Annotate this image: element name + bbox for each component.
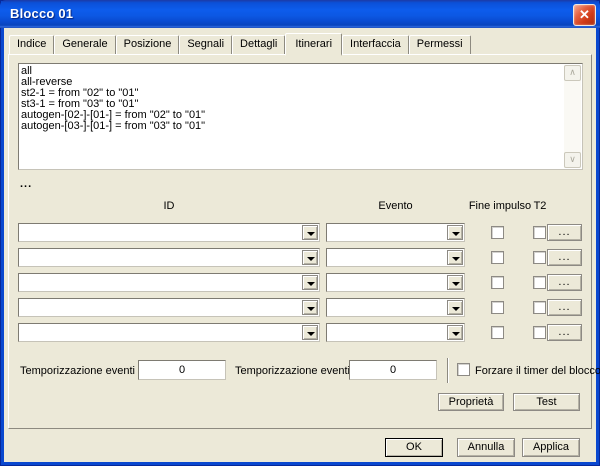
dropdown-arrow-icon [452, 307, 460, 311]
test-button[interactable]: Test [513, 393, 580, 411]
combo-dropdown-button[interactable] [302, 325, 318, 340]
dropdown-arrow-icon [307, 232, 315, 236]
timer2-input[interactable] [349, 360, 437, 380]
t2-checkbox-row1[interactable] [533, 226, 546, 239]
row1-options-button[interactable]: ... [547, 224, 582, 241]
dropdown-arrow-icon [307, 282, 315, 286]
row3-options-button[interactable]: ... [547, 274, 582, 291]
combo-dropdown-button[interactable] [447, 275, 463, 290]
combo-dropdown-button[interactable] [447, 225, 463, 240]
tab-posizione[interactable]: Posizione [116, 35, 180, 54]
t2-checkbox-row2[interactable] [533, 251, 546, 264]
force-timer-checkbox[interactable] [457, 363, 470, 376]
row2-options-button[interactable]: ... [547, 249, 582, 266]
vertical-separator [447, 358, 449, 383]
timer1-label: Temporizzazione eventi 1 [20, 365, 144, 377]
scroll-up-button[interactable]: ∧ [564, 65, 581, 81]
combo-dropdown-button[interactable] [447, 300, 463, 315]
force-timer-label: Forzare il timer del blocco [475, 365, 600, 377]
vertical-scrollbar: ∧ ∨ [564, 65, 581, 168]
list-item[interactable]: all [19, 66, 582, 77]
id-combo-row4[interactable] [18, 298, 320, 317]
fine-impulso-checkbox-row4[interactable] [491, 301, 504, 314]
fine-impulso-checkbox-row5[interactable] [491, 326, 504, 339]
tab-interfaccia[interactable]: Interfaccia [342, 35, 409, 54]
evento-combo-row5[interactable] [326, 323, 465, 342]
dropdown-arrow-icon [452, 332, 460, 336]
column-header-fine-impulso: Fine impulso [462, 200, 538, 212]
tab-dettagli[interactable]: Dettagli [232, 35, 285, 54]
column-header-evento: Evento [326, 200, 465, 212]
itinerary-listbox[interactable]: all all-reverse st2-1 = from "02" to "01… [18, 63, 583, 170]
ok-button[interactable]: OK [385, 438, 443, 457]
cancel-button[interactable]: Annulla [457, 438, 515, 457]
close-icon: ✕ [579, 7, 590, 22]
fine-impulso-checkbox-row2[interactable] [491, 251, 504, 264]
evento-combo-row2[interactable] [326, 248, 465, 267]
apply-button[interactable]: Applica [522, 438, 580, 457]
t2-checkbox-row3[interactable] [533, 276, 546, 289]
timer1-input[interactable] [138, 360, 226, 380]
id-combo-row3[interactable] [18, 273, 320, 292]
dropdown-arrow-icon [452, 232, 460, 236]
id-combo-row5[interactable] [18, 323, 320, 342]
dropdown-arrow-icon [307, 257, 315, 261]
tab-permessi[interactable]: Permessi [409, 35, 471, 54]
tab-itinerari[interactable]: Itinerari [285, 33, 342, 56]
id-combo-row1[interactable] [18, 223, 320, 242]
evento-combo-row4[interactable] [326, 298, 465, 317]
dialog-window: Blocco 01 ✕ Indice Generale Posizione Se… [0, 0, 600, 466]
combo-dropdown-button[interactable] [302, 225, 318, 240]
combo-dropdown-button[interactable] [447, 250, 463, 265]
combo-dropdown-button[interactable] [302, 275, 318, 290]
properties-button[interactable]: Proprietà [438, 393, 504, 411]
window-title: Blocco 01 [10, 6, 73, 21]
timer2-label: Temporizzazione eventi 2 [235, 365, 359, 377]
more-items-hint: ... [20, 178, 32, 190]
row5-options-button[interactable]: ... [547, 324, 582, 341]
dropdown-arrow-icon [452, 257, 460, 261]
scroll-up-icon: ∧ [569, 68, 576, 78]
close-button[interactable]: ✕ [573, 4, 596, 26]
titlebar[interactable]: Blocco 01 ✕ [0, 0, 600, 28]
t2-checkbox-row4[interactable] [533, 301, 546, 314]
tab-generale[interactable]: Generale [54, 35, 115, 54]
column-header-id: ID [18, 200, 320, 212]
dropdown-arrow-icon [452, 282, 460, 286]
scroll-down-icon: ∨ [569, 155, 576, 165]
list-item[interactable]: autogen-[03-]-[01-] = from "03" to "01" [19, 121, 582, 132]
tab-segnali[interactable]: Segnali [179, 35, 232, 54]
dropdown-arrow-icon [307, 332, 315, 336]
evento-combo-row1[interactable] [326, 223, 465, 242]
fine-impulso-checkbox-row3[interactable] [491, 276, 504, 289]
combo-dropdown-button[interactable] [302, 250, 318, 265]
tab-strip: Indice Generale Posizione Segnali Dettag… [9, 33, 471, 54]
t2-checkbox-row5[interactable] [533, 326, 546, 339]
id-combo-row2[interactable] [18, 248, 320, 267]
combo-dropdown-button[interactable] [447, 325, 463, 340]
scroll-down-button[interactable]: ∨ [564, 152, 581, 168]
combo-dropdown-button[interactable] [302, 300, 318, 315]
dropdown-arrow-icon [307, 307, 315, 311]
evento-combo-row3[interactable] [326, 273, 465, 292]
fine-impulso-checkbox-row1[interactable] [491, 226, 504, 239]
tab-indice[interactable]: Indice [9, 35, 54, 54]
column-header-t2: T2 [528, 200, 552, 212]
row4-options-button[interactable]: ... [547, 299, 582, 316]
